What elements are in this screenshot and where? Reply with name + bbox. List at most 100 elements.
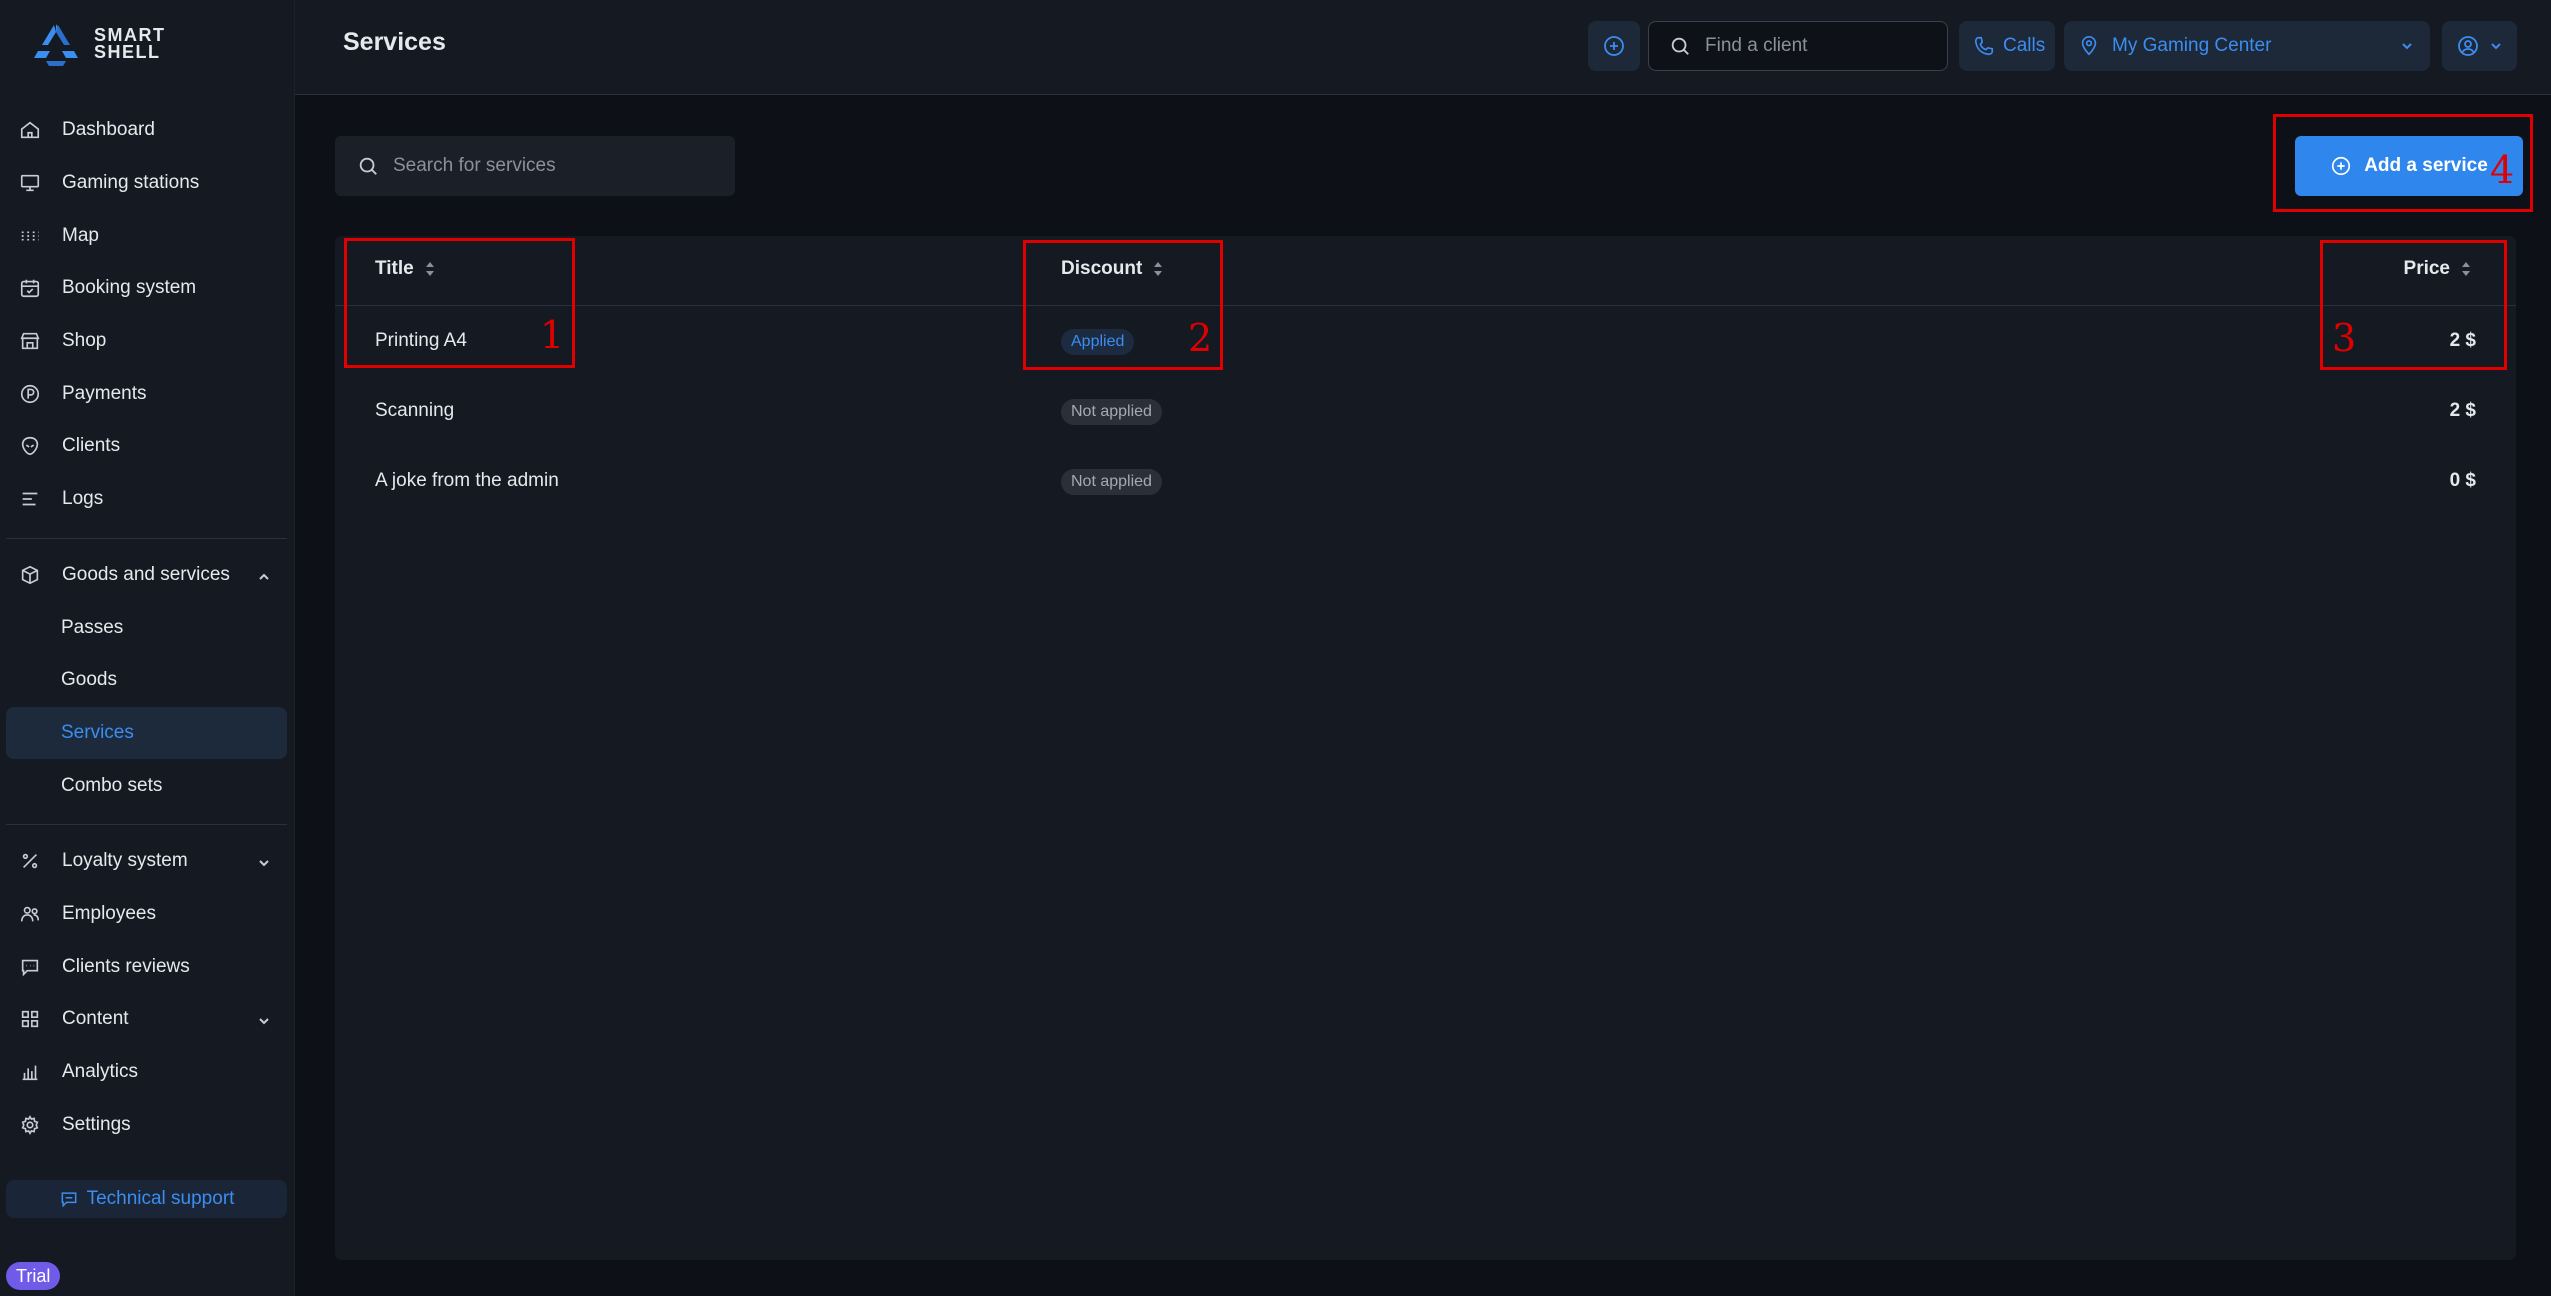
- sidebar-item-employees[interactable]: Employees: [6, 888, 287, 941]
- search-icon: [359, 157, 377, 175]
- coin-icon: [18, 382, 42, 406]
- table-row[interactable]: Printing A4 Applied 2 $: [335, 306, 2516, 376]
- sidebar-item-settings[interactable]: Settings: [6, 1098, 287, 1151]
- gear-icon: [18, 1113, 42, 1137]
- sidebar: SMART SHELL Dashboard Gaming stations Ma…: [0, 0, 295, 1296]
- store-icon: [18, 329, 42, 353]
- monitor-icon: [18, 171, 42, 195]
- sidebar-item-passes[interactable]: Passes: [6, 601, 287, 654]
- services-search-input[interactable]: [393, 155, 713, 177]
- service-price: 0 $: [2449, 470, 2476, 491]
- users-icon: [18, 902, 42, 926]
- service-title: Scanning: [375, 400, 455, 421]
- quick-add-button[interactable]: [1588, 21, 1640, 71]
- sidebar-item-label: Clients: [62, 435, 121, 457]
- technical-support-label: Technical support: [86, 1188, 235, 1209]
- calls-label: Calls: [2003, 35, 2046, 56]
- sidebar-item-label: Services: [61, 721, 134, 743]
- grid-dots-icon: [18, 224, 42, 248]
- sidebar-divider: [6, 823, 287, 825]
- discount-badge: Not applied: [1061, 399, 1162, 425]
- table-header: Title Discount Price: [335, 236, 2516, 306]
- user-menu-button[interactable]: [2442, 21, 2517, 71]
- list-icon: [18, 487, 42, 511]
- services-table: Title Discount Price Printing A4 Applied…: [335, 236, 2516, 1260]
- sidebar-item-goods[interactable]: Goods: [6, 654, 287, 707]
- plus-circle-icon: [1604, 36, 1624, 56]
- sidebar-item-map[interactable]: Map: [6, 209, 287, 262]
- calendar-icon: [18, 276, 42, 300]
- phone-call-icon: [1974, 36, 1994, 56]
- smartshell-logo-icon: [34, 24, 78, 66]
- chevron-down-icon: [2491, 43, 2501, 50]
- sidebar-nav: Dashboard Gaming stations Map Booking sy…: [6, 104, 287, 1151]
- sidebar-item-analytics[interactable]: Analytics: [6, 1046, 287, 1099]
- logo[interactable]: SMART SHELL: [32, 20, 166, 68]
- alien-icon: [18, 434, 42, 458]
- percent-icon: [18, 849, 42, 873]
- sidebar-item-loyalty-system[interactable]: Loyalty system: [6, 835, 287, 888]
- sidebar-item-combo-sets[interactable]: Combo sets: [6, 759, 287, 812]
- sidebar-item-label: Combo sets: [61, 774, 163, 796]
- sidebar-item-label: Employees: [62, 902, 156, 924]
- sidebar-item-label: Goods and services: [62, 563, 230, 585]
- annotation-number-4: 4: [2490, 148, 2515, 192]
- sidebar-item-payments[interactable]: Payments: [6, 367, 287, 420]
- sidebar-item-label: Content: [62, 1008, 129, 1030]
- sidebar-item-content[interactable]: Content: [6, 993, 287, 1046]
- app-root: SMART SHELL Dashboard Gaming stations Ma…: [0, 0, 2551, 1296]
- calls-button[interactable]: Calls: [1959, 21, 2055, 71]
- sidebar-divider: [6, 537, 287, 539]
- sidebar-item-label: Settings: [62, 1113, 131, 1135]
- sidebar-item-clients[interactable]: Clients: [6, 420, 287, 473]
- table-row[interactable]: A joke from the admin Not applied 0 $: [335, 446, 2516, 516]
- sidebar-item-clients-reviews[interactable]: Clients reviews: [6, 940, 287, 993]
- sidebar-item-label: Shop: [62, 330, 107, 352]
- annotation-number-2: 2: [1188, 316, 1213, 360]
- chat-icon: [61, 1192, 76, 1208]
- gaming-center-select[interactable]: My Gaming Center: [2064, 21, 2430, 71]
- logo-line-2: SHELL: [94, 42, 161, 62]
- service-price: 2 $: [2449, 400, 2476, 421]
- technical-support-button[interactable]: Technical support: [6, 1180, 287, 1218]
- user-circle-icon: [2458, 36, 2478, 56]
- sidebar-item-booking-system[interactable]: Booking system: [6, 262, 287, 315]
- tiles-icon: [18, 1007, 42, 1031]
- sidebar-item-label: Analytics: [62, 1061, 139, 1083]
- table-row[interactable]: Scanning Not applied 2 $: [335, 376, 2516, 446]
- sidebar-item-label: Map: [62, 224, 99, 246]
- discount-badge: Not applied: [1061, 469, 1162, 495]
- sidebar-item-shop[interactable]: Shop: [6, 315, 287, 368]
- sidebar-item-label: Passes: [61, 616, 124, 638]
- sidebar-item-label: Dashboard: [62, 119, 155, 141]
- annotation-number-1: 1: [540, 313, 565, 357]
- sidebar-item-label: Loyalty system: [62, 850, 188, 872]
- sidebar-item-label: Logs: [62, 488, 104, 510]
- sidebar-item-goods-and-services[interactable]: Goods and services: [6, 549, 287, 602]
- search-icon: [1671, 37, 1689, 55]
- chevron-down-icon: [257, 854, 271, 868]
- find-client-search: [1648, 21, 1948, 71]
- main-content: Add a service Title Discount Price Print…: [295, 96, 2551, 1296]
- page-title: Services: [343, 28, 446, 56]
- sidebar-item-logs[interactable]: Logs: [6, 473, 287, 526]
- top-header: Services Calls My Gaming Center: [295, 0, 2551, 95]
- sidebar-item-dashboard[interactable]: Dashboard: [6, 104, 287, 157]
- gaming-center-label: My Gaming Center: [2112, 35, 2272, 56]
- find-client-input[interactable]: [1705, 35, 1925, 57]
- box-icon: [18, 563, 42, 587]
- annotation-number-3: 3: [2332, 316, 2357, 360]
- location-pin-icon: [2081, 36, 2097, 56]
- sidebar-item-label: Payments: [62, 382, 147, 404]
- service-title: A joke from the admin: [375, 470, 559, 491]
- chevron-up-icon: [257, 568, 271, 582]
- sidebar-item-label: Booking system: [62, 277, 197, 299]
- sidebar-item-label: Goods: [61, 669, 117, 691]
- message-icon: [18, 955, 42, 979]
- trial-badge: Trial: [6, 1262, 61, 1290]
- sidebar-item-gaming-stations[interactable]: Gaming stations: [6, 157, 287, 210]
- sidebar-item-services[interactable]: Services: [6, 706, 287, 760]
- sidebar-item-label: Clients reviews: [62, 955, 190, 977]
- sidebar-item-label: Gaming stations: [62, 172, 200, 194]
- chevron-down-icon: [2402, 43, 2412, 50]
